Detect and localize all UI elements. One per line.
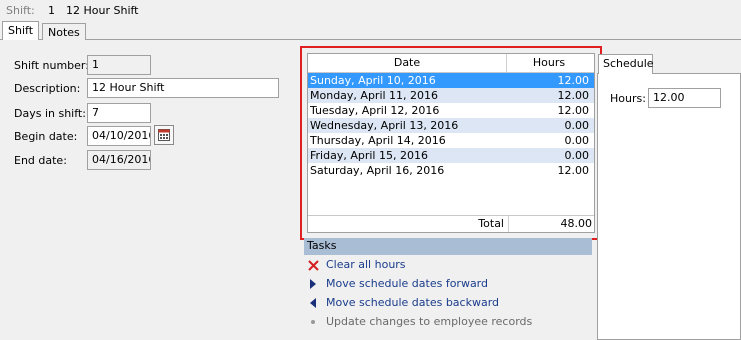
total-value: 48.00	[560, 217, 593, 230]
task-clear-all-hours[interactable]: Clear all hours	[307, 257, 406, 273]
schedule-panel	[597, 73, 741, 340]
tab-schedule[interactable]: Schedule	[598, 54, 654, 74]
end-date-label: End date:	[14, 154, 67, 167]
total-label: Total	[308, 216, 509, 232]
row-date: Friday, April 15, 2016	[310, 149, 428, 162]
row-date: Saturday, April 16, 2016	[310, 164, 445, 177]
grid-header: Date Hours	[308, 54, 594, 73]
row-hours: 12.00	[557, 164, 590, 177]
row-hours: 0.00	[564, 119, 590, 132]
tasks-header: Tasks	[304, 238, 592, 255]
task-move-dates-forward[interactable]: Move schedule dates forward	[307, 276, 488, 292]
begin-date-label: Begin date:	[14, 130, 78, 143]
row-hours: 12.00	[557, 74, 590, 87]
task-label: Move schedule dates forward	[326, 277, 488, 290]
shift-header-label: Shift:	[6, 4, 35, 17]
end-date-field: 04/16/2016	[87, 150, 151, 170]
days-in-shift-label: Days in shift:	[14, 107, 86, 120]
red-x-icon	[307, 259, 319, 271]
table-row[interactable]: Saturday, April 16, 2016 12.00	[308, 163, 594, 178]
hours-column-header[interactable]: Hours	[507, 54, 591, 72]
shift-header-description: 12 Hour Shift	[66, 4, 139, 17]
begin-date-field[interactable]: 04/10/2016	[87, 126, 151, 146]
row-date: Monday, April 11, 2016	[310, 89, 439, 102]
shift-number-label: Shift number:	[14, 59, 89, 72]
hours-label: Hours:	[610, 92, 646, 105]
description-label: Description:	[14, 82, 81, 95]
table-row[interactable]: Wednesday, April 13, 2016 0.00	[308, 118, 594, 133]
row-hours: 12.00	[557, 89, 590, 102]
triangle-right-icon	[307, 278, 319, 290]
tab-strip-divider	[0, 39, 741, 40]
row-date: Wednesday, April 13, 2016	[310, 119, 459, 132]
tab-shift[interactable]: Shift	[2, 21, 40, 40]
description-field[interactable]: 12 Hour Shift	[87, 78, 279, 98]
row-hours: 0.00	[564, 149, 590, 162]
table-row[interactable]: Tuesday, April 12, 2016 12.00	[308, 103, 594, 118]
row-hours: 0.00	[564, 134, 590, 147]
row-hours: 12.00	[557, 104, 590, 117]
schedule-grid-highlight: Date Hours Sunday, April 10, 2016 12.00 …	[300, 46, 602, 240]
table-row[interactable]: Thursday, April 14, 2016 0.00	[308, 133, 594, 148]
calendar-button[interactable]	[154, 125, 174, 145]
row-date: Sunday, April 10, 2016	[310, 74, 436, 87]
bullet-icon	[307, 316, 319, 328]
schedule-grid[interactable]: Date Hours Sunday, April 10, 2016 12.00 …	[307, 53, 595, 233]
triangle-left-icon	[307, 297, 319, 309]
table-row[interactable]: Monday, April 11, 2016 12.00	[308, 88, 594, 103]
shift-header-number: 1	[48, 4, 55, 17]
table-row[interactable]: Friday, April 15, 2016 0.00	[308, 148, 594, 163]
hours-field[interactable]: 12.00	[648, 88, 721, 108]
days-in-shift-field[interactable]: 7	[87, 103, 151, 123]
task-update-employee-records: Update changes to employee records	[307, 314, 532, 330]
grid-total-row: Total 48.00	[308, 215, 594, 232]
tab-notes[interactable]: Notes	[42, 23, 86, 40]
row-date: Thursday, April 14, 2016	[310, 134, 446, 147]
task-label: Clear all hours	[326, 258, 406, 271]
date-column-header[interactable]: Date	[308, 54, 507, 72]
task-move-dates-backward[interactable]: Move schedule dates backward	[307, 295, 499, 311]
task-label: Move schedule dates backward	[326, 296, 500, 309]
task-label: Update changes to employee records	[326, 315, 533, 328]
table-row[interactable]: Sunday, April 10, 2016 12.00	[308, 73, 594, 88]
row-date: Tuesday, April 12, 2016	[310, 104, 440, 117]
calendar-icon	[158, 129, 170, 144]
shift-number-field: 1	[87, 55, 151, 75]
